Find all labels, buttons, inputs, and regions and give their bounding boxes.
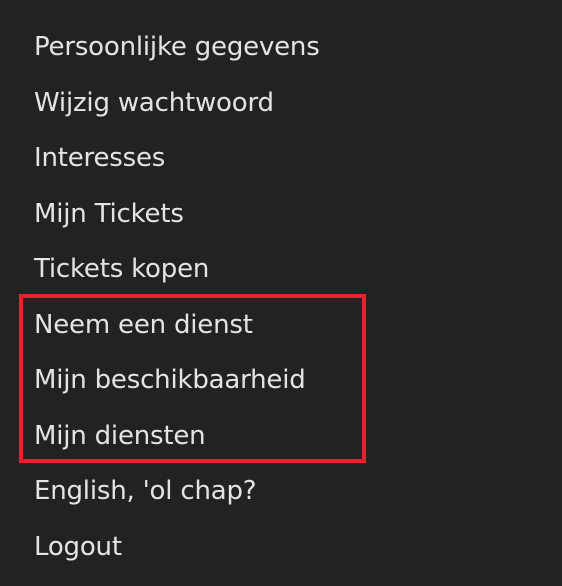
menu-item-wijzig-wachtwoord[interactable]: Wijzig wachtwoord	[34, 76, 320, 132]
menu-item-mijn-diensten[interactable]: Mijn diensten	[34, 409, 320, 465]
menu-item-mijn-tickets[interactable]: Mijn Tickets	[34, 187, 320, 243]
menu-item-neem-een-dienst[interactable]: Neem een dienst	[34, 298, 320, 354]
menu-item-logout[interactable]: Logout	[34, 520, 320, 576]
menu-list: Persoonlijke gegevens Wijzig wachtwoord …	[34, 20, 320, 575]
menu-item-persoonlijke-gegevens[interactable]: Persoonlijke gegevens	[34, 20, 320, 76]
account-menu: Persoonlijke gegevens Wijzig wachtwoord …	[0, 0, 562, 586]
menu-item-mijn-beschikbaarheid[interactable]: Mijn beschikbaarheid	[34, 353, 320, 409]
menu-item-language[interactable]: English, 'ol chap?	[34, 464, 320, 520]
menu-item-tickets-kopen[interactable]: Tickets kopen	[34, 242, 320, 298]
menu-item-interesses[interactable]: Interesses	[34, 131, 320, 187]
